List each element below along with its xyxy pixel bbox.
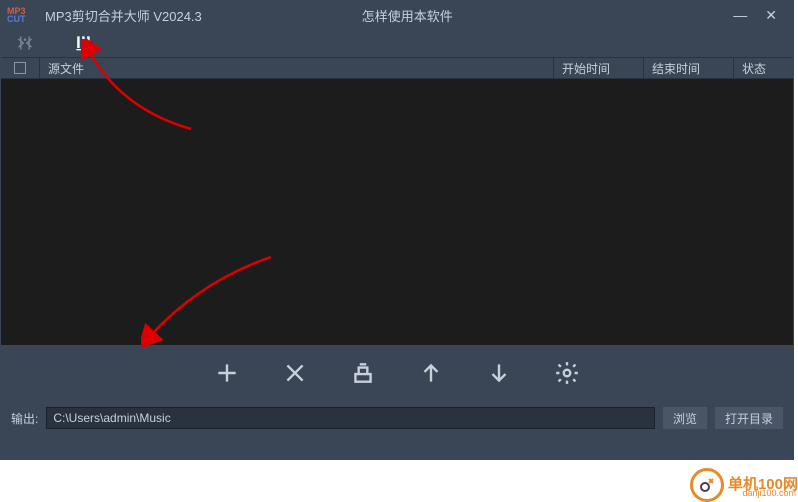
open-folder-button[interactable]: 打开目录 — [715, 407, 783, 429]
clear-button[interactable] — [350, 360, 376, 386]
mode-toolbar — [1, 29, 793, 57]
watermark: 单机100网 danji100.com — [690, 468, 798, 502]
action-bar — [1, 345, 793, 401]
select-all-checkbox[interactable] — [1, 62, 39, 74]
column-status[interactable]: 状态 — [733, 58, 793, 78]
move-up-button[interactable] — [418, 360, 444, 386]
help-link[interactable]: 怎样使用本软件 — [362, 6, 453, 25]
watermark-logo-icon — [690, 468, 724, 502]
list-header: 源文件 开始时间 结束时间 状态 — [1, 57, 793, 79]
add-button[interactable] — [214, 360, 240, 386]
titlebar: MP3 CUT MP3剪切合并大师 V2024.3 怎样使用本软件 — ✕ — [1, 1, 793, 29]
watermark-url: danji100.com — [742, 488, 796, 498]
move-down-button[interactable] — [486, 360, 512, 386]
column-end-time[interactable]: 结束时间 — [643, 58, 733, 78]
remove-button[interactable] — [282, 360, 308, 386]
cut-mode-icon[interactable] — [15, 33, 35, 53]
app-title: MP3剪切合并大师 V2024.3 — [45, 6, 202, 25]
output-path-input[interactable] — [46, 407, 655, 429]
output-label: 输出: — [11, 410, 38, 427]
merge-mode-icon[interactable] — [73, 33, 93, 53]
output-row: 输出: 浏览 打开目录 — [1, 401, 793, 435]
settings-button[interactable] — [554, 360, 580, 386]
column-start-time[interactable]: 开始时间 — [553, 58, 643, 78]
app-logo: MP3 CUT — [7, 5, 37, 25]
app-window: MP3 CUT MP3剪切合并大师 V2024.3 怎样使用本软件 — ✕ 源文… — [0, 0, 794, 460]
file-list[interactable] — [1, 79, 793, 345]
column-source[interactable]: 源文件 — [39, 58, 553, 78]
close-button[interactable]: ✕ — [765, 7, 777, 24]
browse-button[interactable]: 浏览 — [663, 407, 707, 429]
minimize-button[interactable]: — — [733, 7, 747, 24]
window-controls: — ✕ — [733, 7, 793, 24]
